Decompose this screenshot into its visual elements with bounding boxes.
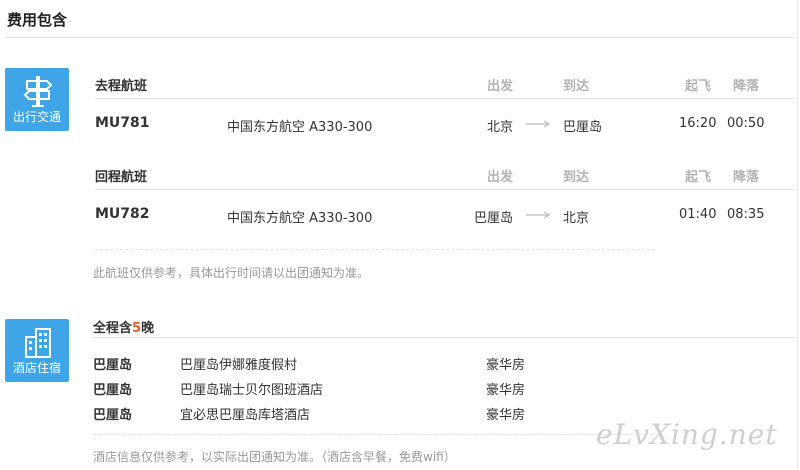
col-depart-2: 出发 — [487, 170, 514, 185]
transport-badge-label: 出行交通 — [12, 110, 61, 124]
section-divider — [5, 37, 795, 38]
right-border — [797, 0, 798, 470]
building-icon — [25, 328, 51, 358]
col-takeoff-2: 起飞 — [685, 170, 712, 185]
col-arrive-2: 到达 — [563, 170, 590, 185]
signpost-icon — [23, 76, 53, 107]
hotel-note: 酒店信息仅供参考，以实际出团通知为准。（酒店含早餐，免费wifi） — [93, 450, 456, 464]
hotel-nights-count: 5 — [132, 321, 142, 336]
col-arrive: 到达 — [563, 79, 590, 94]
outbound-landing: 00:50 — [727, 116, 765, 131]
hotel-total-suffix: 晚 — [141, 321, 155, 336]
return-flight-no: MU782 — [95, 206, 150, 222]
transport-dashed-divider — [95, 249, 655, 250]
outbound-takeoff: 16:20 — [679, 116, 717, 131]
hotel-row-1-name: 巴厘岛伊娜雅度假村 — [180, 358, 298, 373]
col-depart: 出发 — [487, 79, 514, 94]
hotel-row-2-city: 巴厘岛 — [93, 383, 133, 398]
return-to: 北京 — [563, 211, 590, 226]
return-takeoff: 01:40 — [679, 207, 717, 222]
outbound-label: 去程航班 — [95, 79, 148, 94]
hotel-row-2-name: 巴厘岛瑞士贝尔图班酒店 — [180, 383, 324, 398]
transport-badge: 出行交通 — [5, 68, 69, 131]
hotel-row-2-room: 豪华房 — [486, 383, 526, 398]
hotel-total-prefix: 全程含 — [93, 321, 133, 336]
outbound-to: 巴厘岛 — [563, 120, 603, 135]
hotel-header-divider — [93, 337, 795, 338]
outbound-header-divider — [95, 98, 795, 99]
hotel-row-3-name: 宜必思巴厘岛库塔酒店 — [180, 408, 311, 423]
hotel-row-3-room: 豪华房 — [486, 408, 526, 423]
return-label: 回程航班 — [95, 170, 148, 185]
return-from: 巴厘岛 — [474, 211, 514, 226]
outbound-from: 北京 — [487, 120, 514, 135]
col-landing: 降落 — [733, 79, 760, 94]
return-airline: 中国东方航空 A330-300 — [227, 211, 373, 226]
col-landing-2: 降落 — [733, 170, 760, 185]
hotel-badge-label: 酒店住宿 — [12, 361, 61, 375]
return-landing: 08:35 — [727, 207, 765, 222]
hotel-row-3-city: 巴厘岛 — [93, 408, 133, 423]
arrow-right-icon — [526, 211, 550, 219]
hotel-total-nights: 全程含5晚 — [93, 317, 154, 336]
hotel-row-1-room: 豪华房 — [486, 358, 526, 373]
hotel-row-1-city: 巴厘岛 — [93, 358, 133, 373]
hotel-dashed-divider — [93, 434, 653, 435]
watermark: eLvXing.net — [596, 418, 778, 451]
transport-note: 此航班仅供参考，具体出行时间请以出团通知为准。 — [93, 266, 370, 280]
arrow-right-icon — [526, 120, 550, 128]
col-takeoff: 起飞 — [685, 79, 712, 94]
return-header-divider — [95, 189, 795, 190]
outbound-flight-no: MU781 — [95, 115, 150, 131]
hotel-badge: 酒店住宿 — [5, 319, 69, 382]
outbound-airline: 中国东方航空 A330-300 — [227, 120, 373, 135]
section-title: 费用包含 — [7, 11, 68, 29]
